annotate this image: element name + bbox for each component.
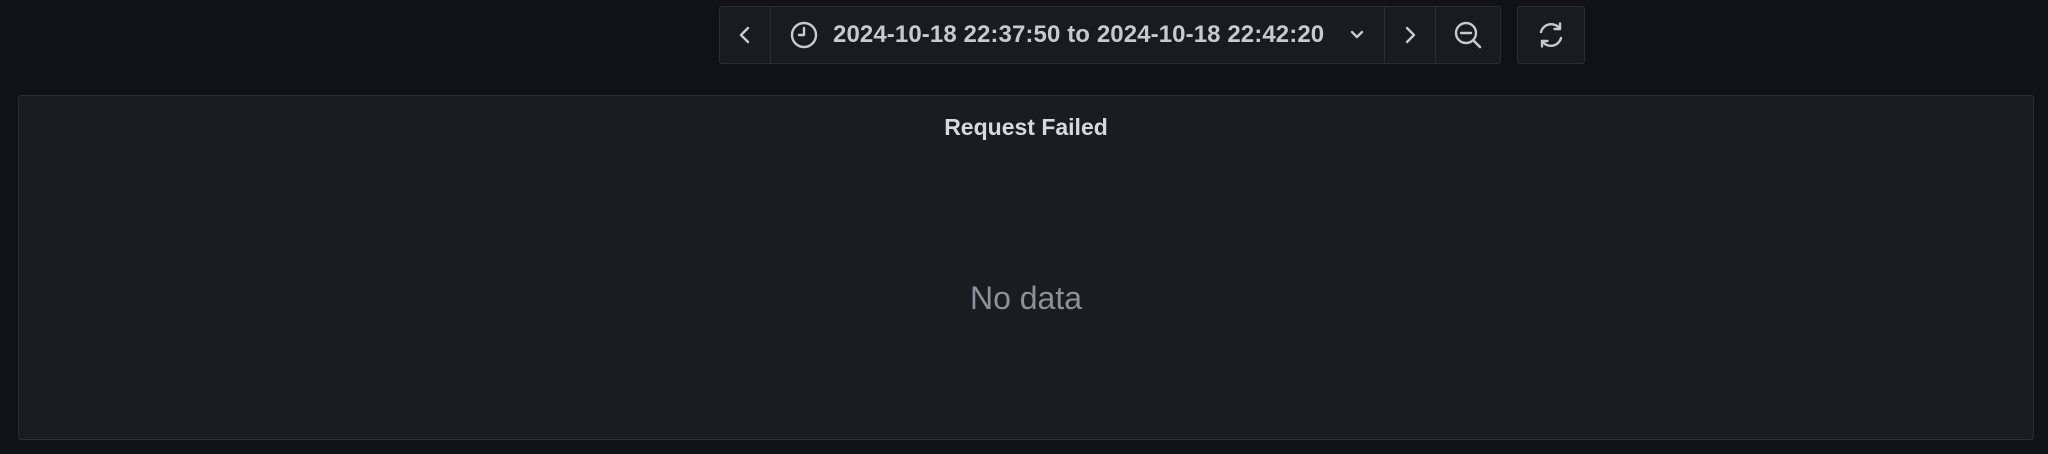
- time-range-from: 2024-10-18 22:37:50: [833, 21, 1061, 48]
- time-range-picker-button[interactable]: 2024-10-18 22:37:50 to 2024-10-18 22:42:…: [770, 7, 1384, 63]
- time-range-toolbar: 2024-10-18 22:37:50 to 2024-10-18 22:42:…: [719, 6, 1586, 64]
- shift-forward-button[interactable]: [1384, 7, 1435, 63]
- zoom-out-button[interactable]: [1435, 7, 1500, 63]
- no-data-message: No data: [969, 280, 1083, 316]
- shift-back-button[interactable]: [720, 7, 770, 63]
- chevron-right-icon: [1403, 25, 1417, 45]
- time-range-separator: to: [1067, 21, 1091, 48]
- chevron-left-icon: [738, 25, 752, 45]
- panel-title: Request Failed: [944, 114, 1108, 140]
- time-range-to: 2024-10-18 22:42:20: [1096, 21, 1325, 48]
- time-range-label: 2024-10-18 22:37:50 to 2024-10-18 22:42:…: [833, 21, 1324, 49]
- refresh-icon: [1536, 20, 1566, 50]
- panel: Request Failed No data: [18, 95, 2034, 440]
- refresh-button[interactable]: [1517, 6, 1586, 64]
- clock-icon: [789, 20, 819, 50]
- chevron-down-icon: [1348, 28, 1366, 42]
- time-range-picker-group: 2024-10-18 22:37:50 to 2024-10-18 22:42:…: [719, 6, 1502, 64]
- zoom-out-icon: [1453, 20, 1483, 50]
